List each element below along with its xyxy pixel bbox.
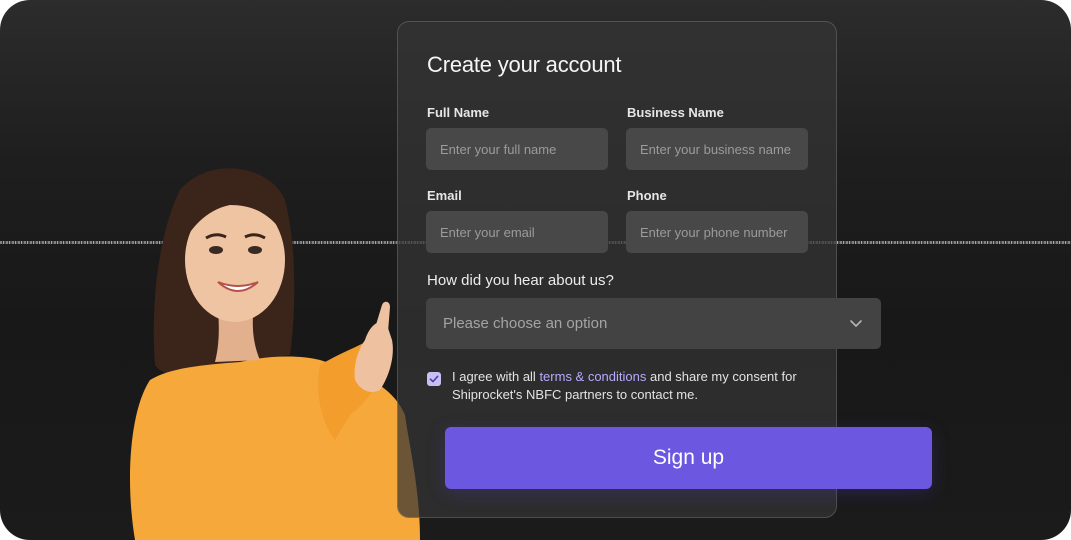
signup-button[interactable]: Sign up	[445, 427, 932, 489]
referral-source-label: How did you hear about us?	[427, 272, 614, 289]
email-input[interactable]	[426, 211, 608, 253]
woman-pointing-illustration	[130, 168, 420, 540]
form-title: Create your account	[427, 52, 622, 77]
terms-link[interactable]: terms & conditions	[539, 369, 646, 384]
business-name-input[interactable]	[626, 128, 808, 170]
consent-checkbox[interactable]	[427, 372, 441, 386]
consent-text: I agree with all terms & conditions and …	[452, 368, 822, 404]
full-name-label: Full Name	[427, 105, 490, 120]
select-placeholder: Please choose an option	[443, 315, 608, 332]
business-name-label: Business Name	[627, 105, 724, 120]
consent-prefix: I agree with all	[452, 369, 540, 384]
phone-input[interactable]	[626, 211, 808, 253]
phone-label: Phone	[627, 188, 667, 203]
chevron-down-icon	[850, 320, 862, 327]
full-name-input[interactable]	[426, 128, 608, 170]
signup-page: Create your account Full Name Business N…	[0, 0, 1071, 540]
check-icon	[429, 375, 439, 383]
email-label: Email	[427, 188, 462, 203]
referral-source-select[interactable]: Please choose an option	[426, 298, 881, 349]
